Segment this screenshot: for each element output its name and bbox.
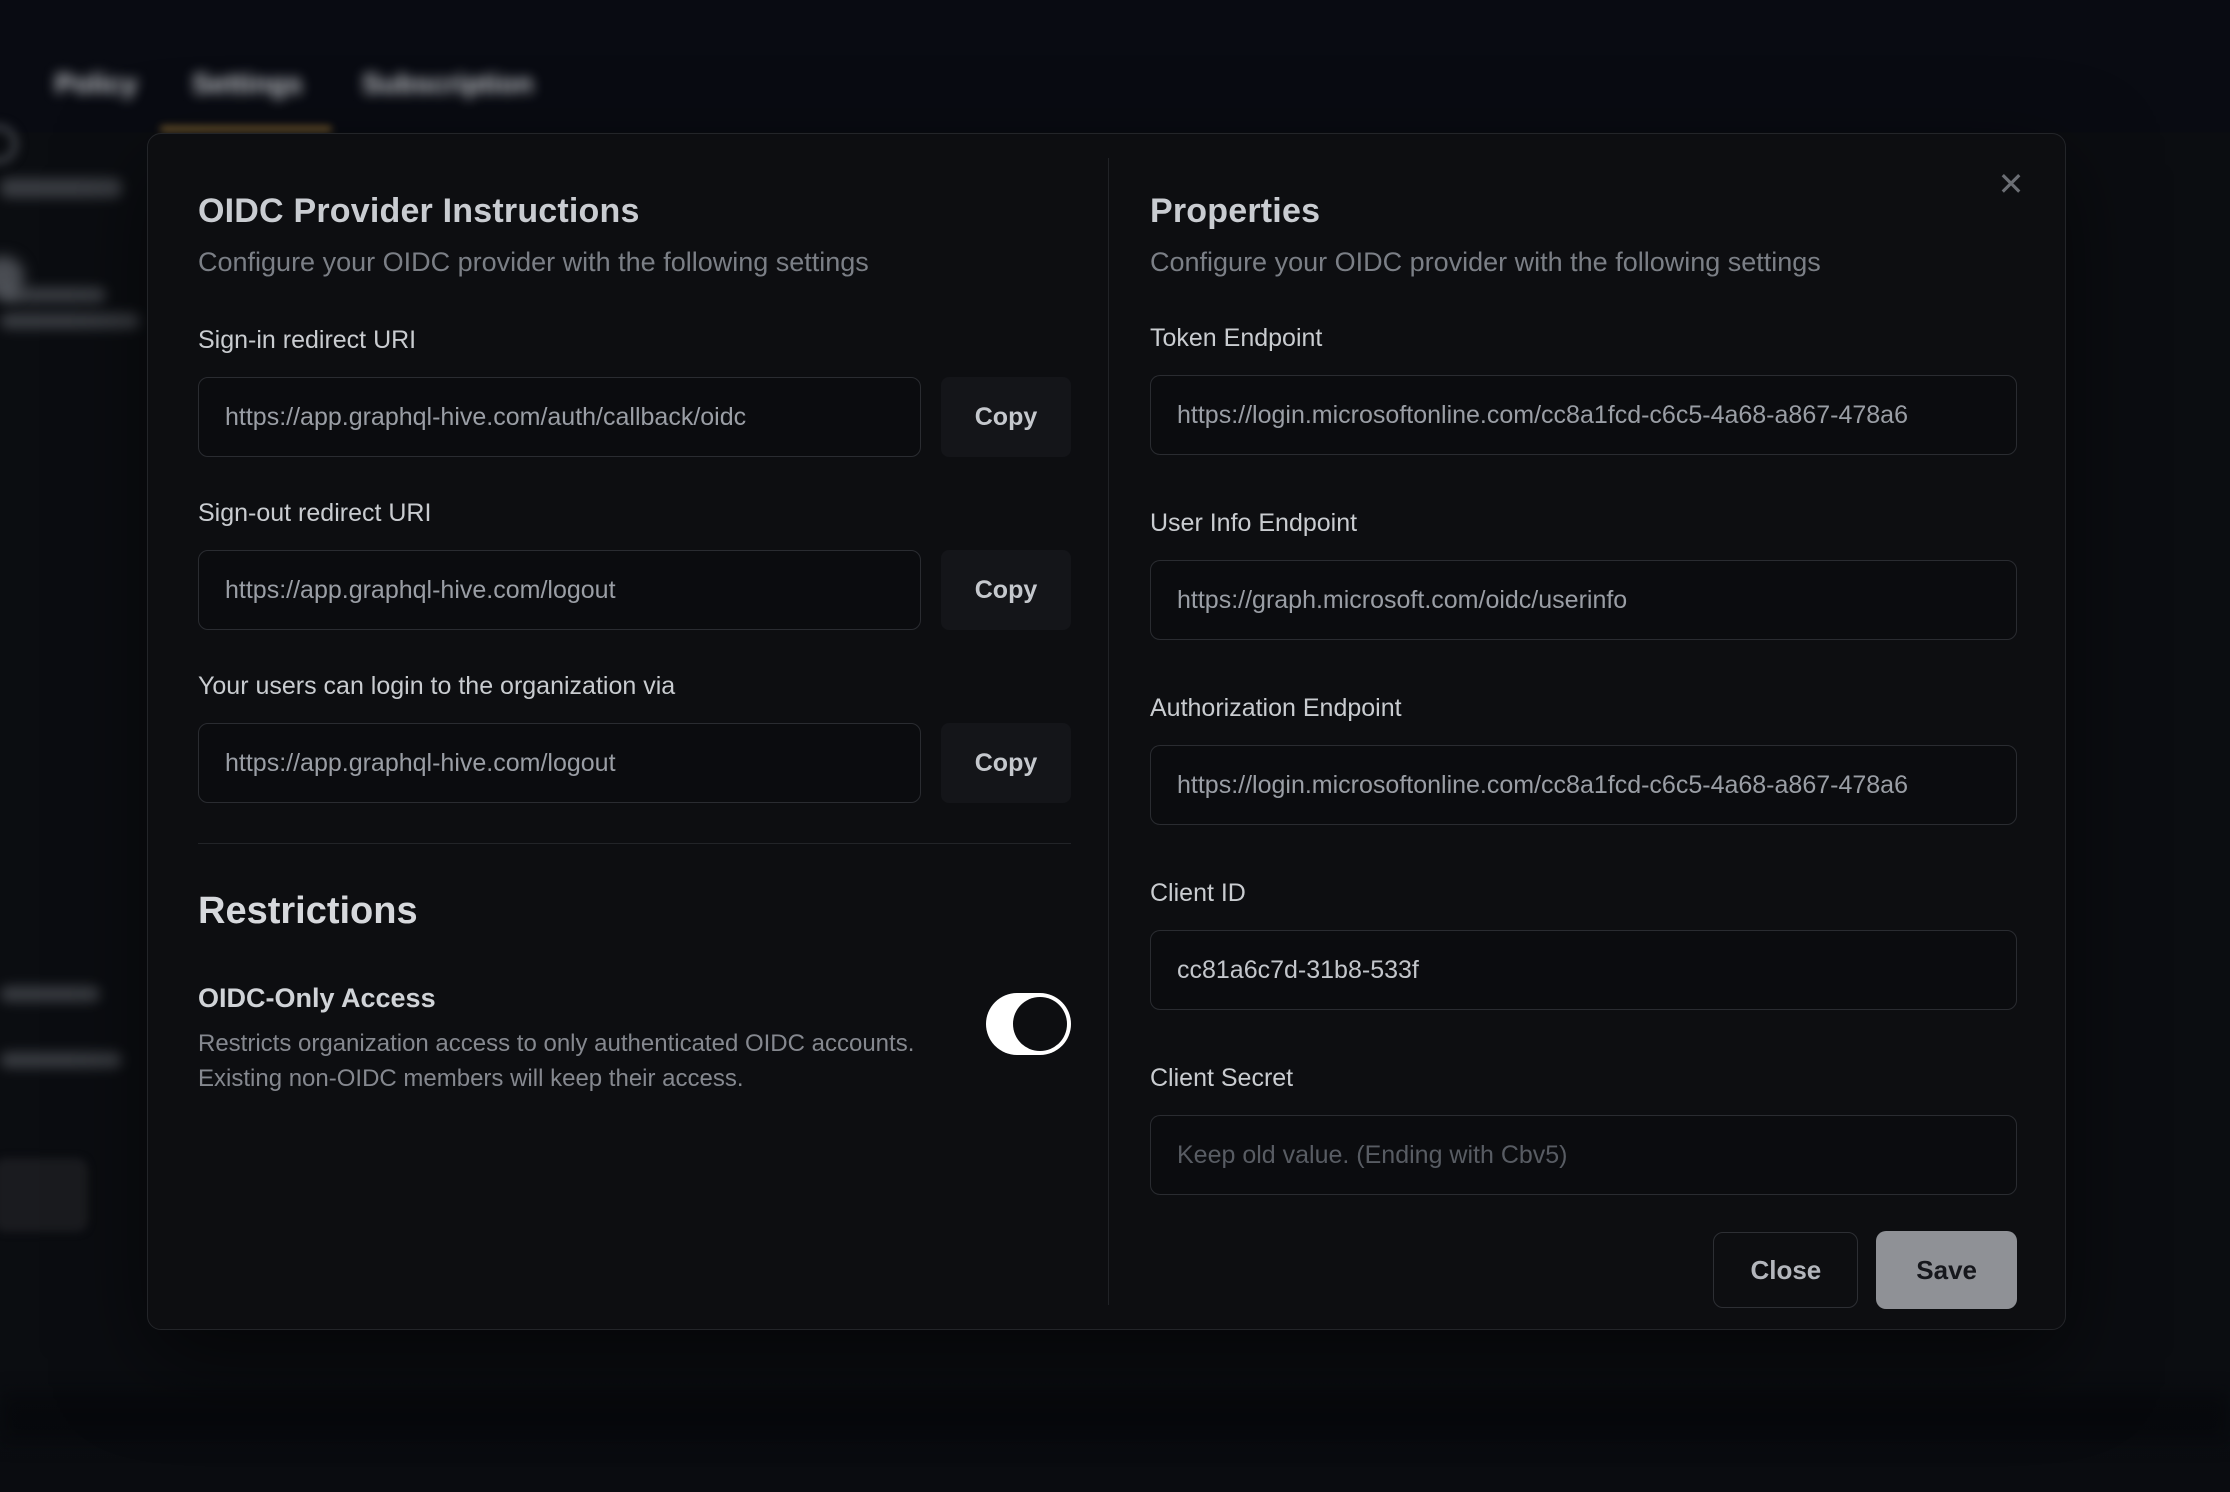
background-blur-text (0, 986, 100, 1002)
close-button[interactable]: Close (1713, 1232, 1858, 1308)
authorization-endpoint-row (1150, 745, 2017, 825)
signout-redirect-label: Sign-out redirect URI (198, 499, 1071, 528)
screen: Policy Settings Subscription ✕ OIDC Prov… (0, 0, 2230, 1492)
copy-login-via-button[interactable]: Copy (941, 723, 1071, 803)
instructions-title: OIDC Provider Instructions (198, 192, 1071, 231)
oidc-only-access-row: OIDC-Only Access Restricts organization … (198, 983, 1071, 1096)
copy-signout-button[interactable]: Copy (941, 550, 1071, 630)
tab-policy[interactable]: Policy (55, 68, 137, 100)
tab-settings[interactable]: Settings (192, 68, 302, 100)
signout-redirect-row: Copy (198, 550, 1071, 630)
properties-title: Properties (1150, 192, 2017, 231)
client-id-input[interactable] (1150, 930, 2017, 1010)
client-secret-row (1150, 1115, 2017, 1195)
signin-redirect-label: Sign-in redirect URI (198, 326, 1071, 355)
client-id-row (1150, 930, 2017, 1010)
login-via-label: Your users can login to the organization… (198, 672, 1071, 701)
oidc-only-access-description: Restricts organization access to only au… (198, 1026, 914, 1096)
userinfo-endpoint-input[interactable] (1150, 560, 2017, 640)
tab-bar: Policy Settings Subscription (0, 58, 2230, 133)
toggle-knob (1013, 997, 1067, 1051)
active-tab-underline (160, 126, 332, 132)
restrictions-heading: Restrictions (198, 890, 1071, 933)
background-blur-button (0, 1158, 88, 1232)
authorization-endpoint-input[interactable] (1150, 745, 2017, 825)
background-blur-text (0, 1052, 122, 1068)
background-blur-text (0, 287, 106, 303)
oidc-only-access-label: OIDC-Only Access (198, 983, 914, 1014)
avatar (0, 124, 18, 164)
save-button[interactable]: Save (1876, 1231, 2017, 1309)
signin-redirect-input[interactable] (198, 377, 921, 457)
login-via-input[interactable] (198, 723, 921, 803)
background-band (0, 1392, 2230, 1442)
tab-subscription[interactable]: Subscription (362, 68, 533, 100)
modal-footer: Close Save (1150, 1231, 2017, 1309)
section-divider (198, 843, 1071, 844)
copy-signin-button[interactable]: Copy (941, 377, 1071, 457)
signin-redirect-row: Copy (198, 377, 1071, 457)
token-endpoint-row (1150, 375, 2017, 455)
properties-subtitle: Configure your OIDC provider with the fo… (1150, 247, 2017, 278)
oidc-only-access-toggle[interactable] (986, 993, 1071, 1055)
instructions-column: OIDC Provider Instructions Configure you… (148, 134, 1108, 1329)
instructions-subtitle: Configure your OIDC provider with the fo… (198, 247, 1071, 278)
oidc-settings-modal: ✕ OIDC Provider Instructions Configure y… (147, 133, 2066, 1330)
userinfo-endpoint-row (1150, 560, 2017, 640)
signout-redirect-input[interactable] (198, 550, 921, 630)
userinfo-endpoint-label: User Info Endpoint (1150, 509, 2017, 538)
client-secret-label: Client Secret (1150, 1064, 2017, 1093)
client-secret-input[interactable] (1150, 1115, 2017, 1195)
token-endpoint-label: Token Endpoint (1150, 324, 2017, 353)
oidc-only-access-text: OIDC-Only Access Restricts organization … (198, 983, 914, 1096)
login-via-row: Copy (198, 723, 1071, 803)
authorization-endpoint-label: Authorization Endpoint (1150, 694, 2017, 723)
client-id-label: Client ID (1150, 879, 2017, 908)
token-endpoint-input[interactable] (1150, 375, 2017, 455)
properties-column: Properties Configure your OIDC provider … (1108, 134, 2067, 1329)
description-line-2: Existing non-OIDC members will keep thei… (198, 1065, 744, 1092)
background-blur-text (0, 178, 122, 198)
background-blur-text (0, 313, 140, 329)
description-line-1: Restricts organization access to only au… (198, 1030, 914, 1057)
